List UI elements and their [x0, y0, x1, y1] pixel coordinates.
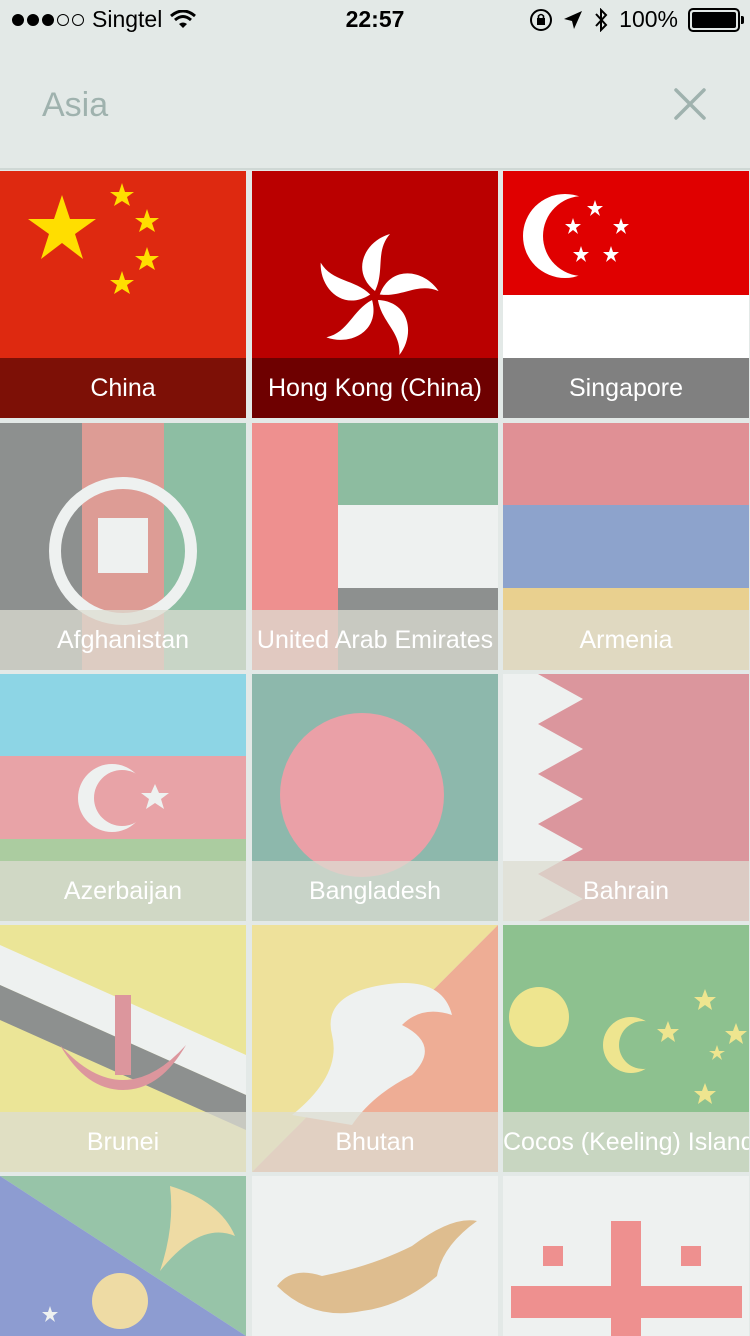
location-arrow-icon: [564, 10, 583, 29]
battery-icon: [688, 7, 744, 32]
bluetooth-icon: [595, 7, 608, 32]
country-tile-bhutan[interactable]: Bhutan: [252, 925, 498, 1172]
country-tile-china[interactable]: China: [0, 171, 246, 418]
country-tile-christmas-island[interactable]: [0, 1176, 246, 1336]
country-tile-bangladesh[interactable]: Bangladesh: [252, 674, 498, 921]
country-tile-singapore[interactable]: Singapore: [503, 171, 749, 418]
country-tile-georgia[interactable]: [503, 1176, 749, 1336]
country-tile-uae[interactable]: United Arab Emirates: [252, 423, 498, 670]
country-label: Brunei: [0, 1112, 246, 1172]
country-label: Afghanistan: [0, 610, 246, 670]
status-right: 100%: [529, 6, 744, 33]
country-label: Armenia: [503, 610, 749, 670]
country-tile-cocos-keeling-islands[interactable]: Cocos (Keeling) Islands: [503, 925, 749, 1172]
status-bar: Singtel 22:57 100%: [0, 0, 750, 40]
orientation-lock-icon: [530, 8, 553, 31]
country-tile-bahrain[interactable]: Bahrain: [503, 674, 749, 921]
country-tile-azerbaijan[interactable]: Azerbaijan: [0, 674, 246, 921]
country-label: Bahrain: [503, 861, 749, 921]
country-label: Cocos (Keeling) Islands: [503, 1112, 749, 1172]
country-tile-armenia[interactable]: Armenia: [503, 423, 749, 670]
search-input[interactable]: [40, 76, 644, 134]
battery-percentage: 100%: [619, 6, 678, 32]
country-tile-hong-kong[interactable]: Hong Kong (China): [252, 171, 498, 418]
country-label: China: [0, 358, 246, 418]
close-icon[interactable]: [670, 84, 710, 124]
search-bar: [0, 40, 750, 170]
country-label: United Arab Emirates: [252, 610, 498, 670]
country-label: Singapore: [503, 358, 749, 418]
country-tile-afghanistan[interactable]: Afghanistan: [0, 423, 246, 670]
country-tile-brunei[interactable]: Brunei: [0, 925, 246, 1172]
country-label: Bhutan: [252, 1112, 498, 1172]
country-tile-cyprus[interactable]: [252, 1176, 498, 1336]
country-label: Hong Kong (China): [252, 358, 498, 418]
country-label: Azerbaijan: [0, 861, 246, 921]
country-label: Bangladesh: [252, 861, 498, 921]
